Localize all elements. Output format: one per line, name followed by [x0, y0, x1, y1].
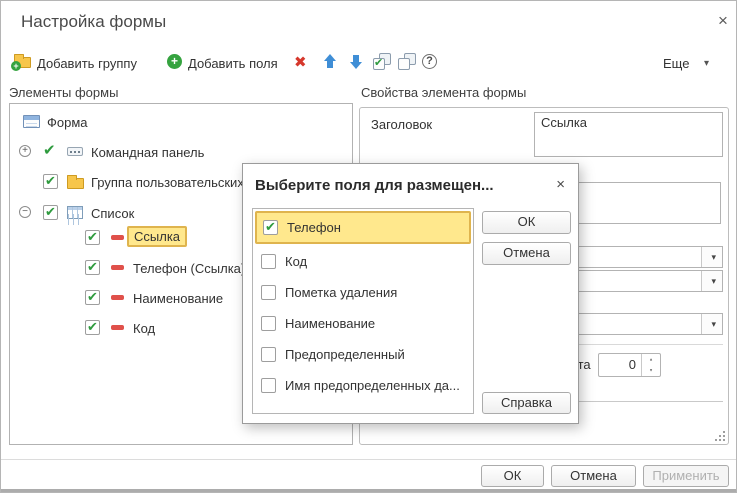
delete-icon[interactable]: ✖ [294, 53, 307, 71]
list-item-label: Имя предопределенных да... [285, 378, 460, 393]
height-stepper[interactable]: 0 ▲ ▼ [598, 353, 661, 377]
checkbox-unchecked[interactable] [261, 347, 276, 362]
form-settings-window: Настройка формы × + Добавить группу + До… [0, 0, 737, 493]
checkbox-checked[interactable]: ✔ [85, 290, 100, 305]
chevron-down-icon[interactable]: ▾ [704, 58, 709, 69]
move-down-icon[interactable] [348, 53, 364, 70]
cancel-button[interactable]: Отмена [551, 465, 636, 487]
spin-down-icon[interactable]: ▼ [646, 367, 656, 373]
field-icon [111, 235, 124, 240]
checkbox-checked[interactable]: ✔ [85, 320, 100, 335]
tree-label[interactable]: Список [91, 206, 134, 221]
checkbox-checked[interactable]: ✔ [263, 220, 278, 235]
list-item[interactable]: Код [253, 246, 473, 277]
add-group-icon: + [14, 57, 31, 68]
list-item-label: Пометка удаления [285, 285, 397, 300]
collapse-icon[interactable]: − [19, 206, 31, 218]
list-item-label: Наименование [285, 316, 375, 331]
tree-label-selected[interactable]: Ссылка [127, 226, 187, 247]
add-group-button[interactable]: Добавить группу [37, 56, 137, 71]
field-icon [111, 265, 124, 270]
window-bottom-border [1, 489, 737, 493]
list-item-label: Предопределенный [285, 347, 405, 362]
expand-icon[interactable]: + [19, 145, 31, 157]
dialog-cancel-button[interactable]: Отмена [482, 242, 571, 265]
right-panel-header: Свойства элемента формы [361, 85, 526, 100]
list-item-selected[interactable]: ✔ Телефон [255, 211, 471, 244]
check-all-icon[interactable]: ✔ [373, 53, 392, 71]
select-fields-dialog: Выберите поля для размещен... × ✔ Телефо… [242, 163, 579, 424]
list-item-label: Телефон [287, 220, 341, 235]
apply-button: Применить [643, 465, 729, 487]
checkbox-checked[interactable]: ✔ [85, 260, 100, 275]
folder-icon [67, 178, 84, 189]
list-item[interactable]: Имя предопределенных да... [253, 370, 473, 401]
tree-label[interactable]: Наименование [133, 291, 223, 306]
checkbox-unchecked[interactable] [261, 378, 276, 393]
checkbox-checked[interactable]: ✔ [43, 174, 58, 189]
dialog-help-button[interactable]: Справка [482, 392, 571, 414]
field-icon [111, 295, 124, 300]
field-icon [111, 325, 124, 330]
left-panel-header: Элементы формы [9, 85, 118, 100]
checkbox-checked[interactable]: ✔ [43, 205, 58, 220]
ok-button[interactable]: ОК [481, 465, 544, 487]
chevron-down-icon: ▾ [711, 276, 716, 287]
height-value: 0 [629, 357, 636, 372]
list-item-label: Код [285, 254, 307, 269]
dialog-ok-button[interactable]: ОК [482, 211, 571, 234]
list-item[interactable]: Наименование [253, 308, 473, 339]
list-item[interactable]: Пометка удаления [253, 277, 473, 308]
checkbox-unchecked[interactable] [261, 254, 276, 269]
tree-label[interactable]: Телефон (Ссылка) [133, 261, 245, 276]
checkbox-checked[interactable]: ✔ [85, 230, 100, 245]
fields-listbox: ✔ Телефон Код Пометка удаления Наименова… [252, 208, 474, 414]
form-icon [23, 115, 40, 128]
add-fields-icon: + [167, 54, 182, 69]
title-input[interactable]: Ссылка [534, 112, 723, 157]
title-label: Заголовок [371, 117, 432, 132]
close-icon[interactable]: × [556, 176, 565, 193]
list-item[interactable]: Предопределенный [253, 339, 473, 370]
checkbox-unchecked[interactable] [261, 316, 276, 331]
tree-label[interactable]: Код [133, 321, 155, 336]
table-icon [67, 206, 83, 219]
chevron-down-icon: ▾ [711, 319, 716, 330]
command-bar-icon [67, 147, 83, 156]
checkbox-unchecked[interactable] [261, 285, 276, 300]
uncheck-all-icon[interactable] [398, 53, 417, 71]
tree-label[interactable]: Командная панель [91, 145, 204, 160]
more-button[interactable]: Еще [663, 56, 689, 71]
chevron-down-icon: ▾ [711, 252, 716, 263]
dialog-title: Выберите поля для размещен... [255, 177, 494, 194]
divider [1, 459, 737, 460]
add-fields-button[interactable]: Добавить поля [188, 56, 278, 71]
page-title: Настройка формы [21, 12, 166, 32]
move-up-icon[interactable] [322, 53, 338, 70]
checkbox-checked[interactable]: ✔ [43, 141, 56, 159]
close-icon[interactable]: × [718, 11, 728, 31]
spin-up-icon[interactable]: ▲ [646, 356, 656, 362]
tree-label[interactable]: Форма [47, 115, 88, 130]
resize-grip[interactable] [715, 431, 727, 443]
tree-label[interactable]: Группа пользовательских [91, 175, 244, 190]
help-icon[interactable]: ? [422, 54, 437, 69]
